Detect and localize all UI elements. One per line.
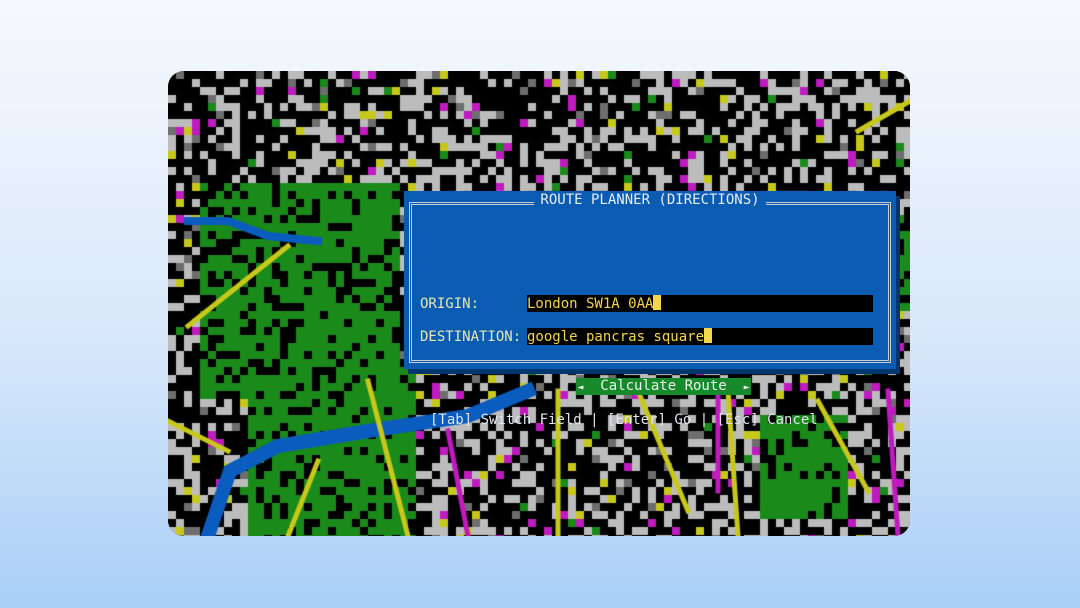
keyboard-help: [Tab] Switch Field | [Enter] Go | [Esc] … <box>430 412 818 428</box>
text-cursor <box>653 295 662 310</box>
destination-value: google pancras square <box>527 329 705 345</box>
calculate-route-label: Calculate Route <box>600 378 727 394</box>
destination-label: DESTINATION: <box>420 329 522 345</box>
calculate-route-button[interactable]: ◄ Calculate Route ► <box>576 378 751 395</box>
origin-input[interactable]: London SW1A 0AA <box>527 295 873 312</box>
right-arrow-icon: ► <box>743 382 750 393</box>
dialog-title-text: ROUTE PLANNER (DIRECTIONS) <box>534 192 766 208</box>
text-cursor <box>704 328 713 343</box>
dialog-title: ROUTE PLANNER (DIRECTIONS) <box>404 191 896 209</box>
origin-value: London SW1A 0AA <box>527 296 654 312</box>
destination-input[interactable]: google pancras square <box>527 328 873 345</box>
terminal-window: ROUTE PLANNER (DIRECTIONS) ORIGIN: Londo… <box>168 71 910 536</box>
origin-label: ORIGIN: <box>420 296 480 312</box>
left-arrow-icon: ◄ <box>577 382 584 393</box>
route-planner-dialog: ROUTE PLANNER (DIRECTIONS) ORIGIN: Londo… <box>404 191 896 428</box>
